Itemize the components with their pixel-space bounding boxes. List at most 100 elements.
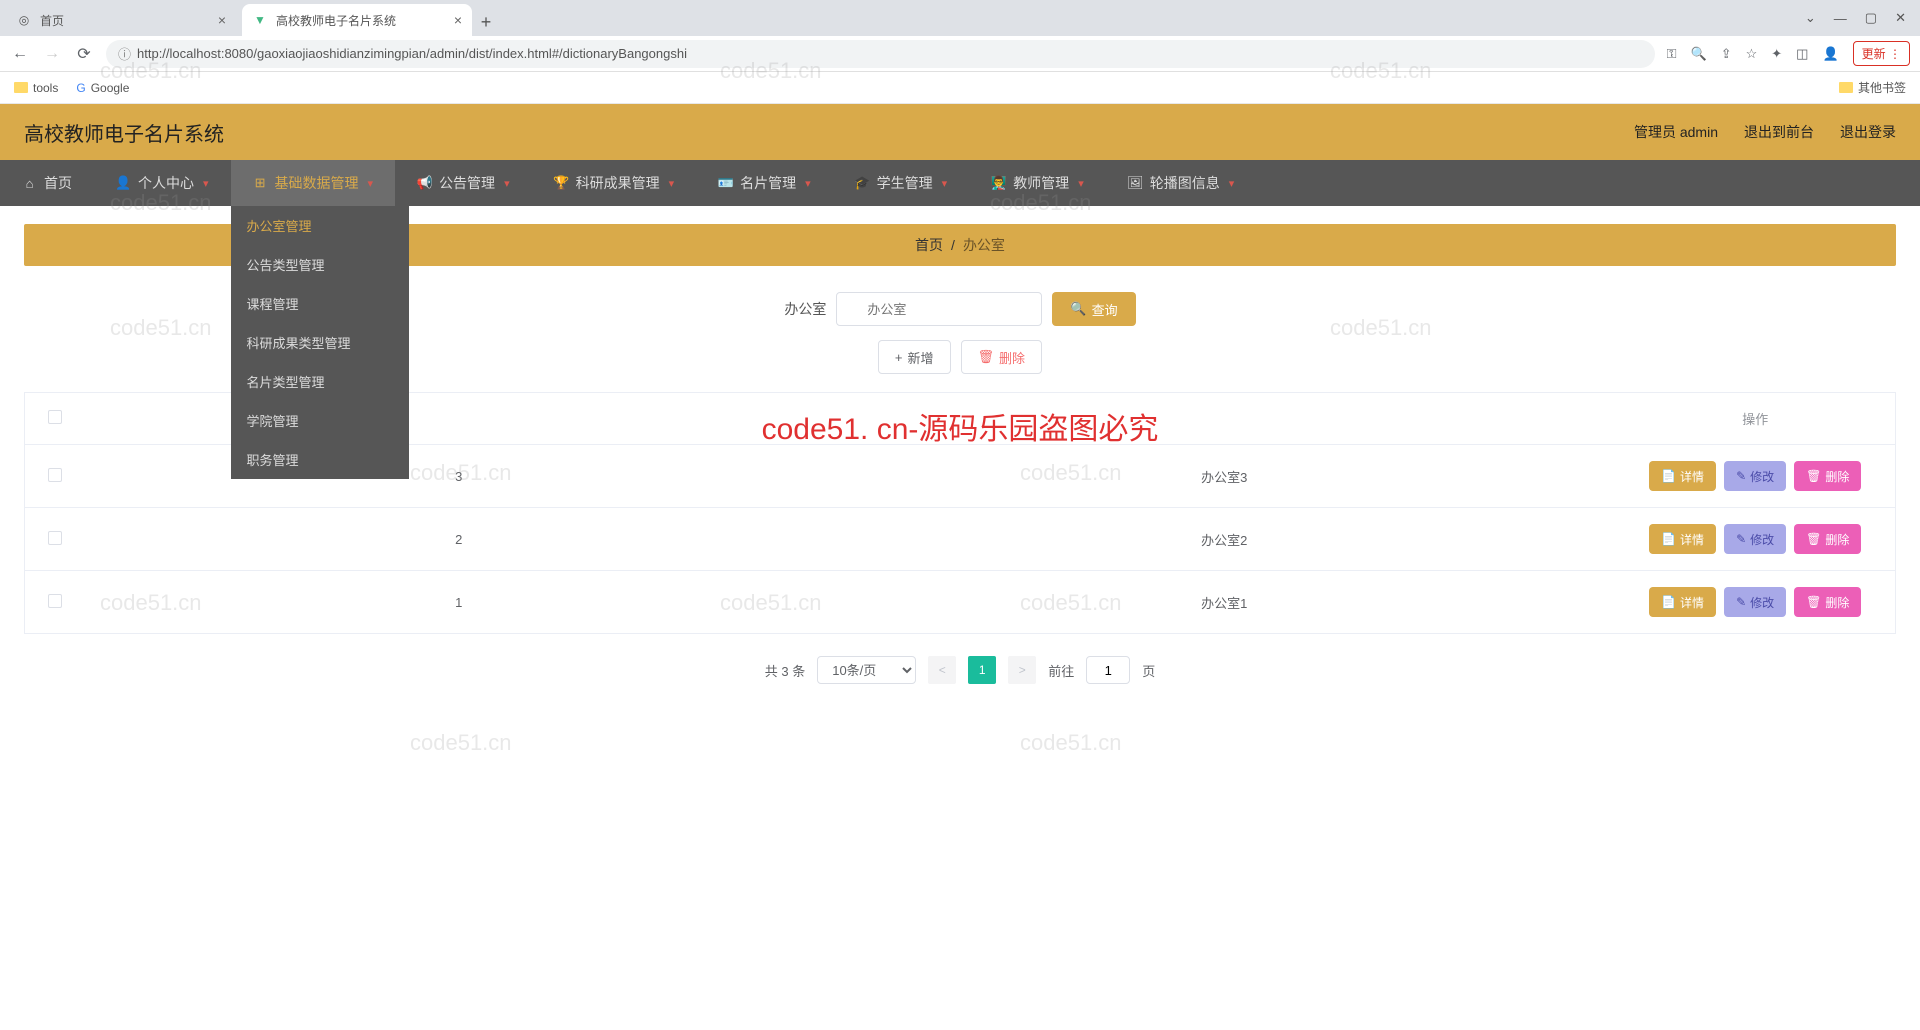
table-row: 2办公室2📄详情✎修改🗑删除 [25, 508, 1896, 571]
row-delete-button[interactable]: 🗑删除 [1794, 524, 1861, 554]
nav-label: 首页 [44, 173, 72, 193]
nav-item-5[interactable]: 🪪名片管理▾ [696, 160, 833, 206]
nav-label: 个人中心 [138, 173, 194, 193]
dropdown-item-0[interactable]: 办公室管理 [231, 206, 409, 245]
browser-tab-bar: ◎ 首页 × ▼ 高校教师电子名片系统 × + ⌄ ― ▢ ✕ [0, 0, 1920, 36]
dropdown-item-3[interactable]: 科研成果类型管理 [231, 323, 409, 362]
nav-icon: 📢 [417, 176, 432, 191]
row-delete-button[interactable]: 🗑删除 [1794, 461, 1861, 491]
row-name: 办公室3 [833, 445, 1616, 508]
new-tab-button[interactable]: + [472, 8, 500, 36]
edit-icon: ✎ [1736, 595, 1746, 609]
sidepanel-icon[interactable]: ◫ [1796, 46, 1808, 62]
goto-input[interactable] [1086, 656, 1130, 684]
nav-item-7[interactable]: 👨‍🏫教师管理▾ [969, 160, 1106, 206]
close-window-icon[interactable]: ✕ [1895, 10, 1906, 26]
extension-icon[interactable]: ✦ [1771, 46, 1782, 62]
goto-suffix: 页 [1142, 661, 1155, 680]
edit-button[interactable]: ✎修改 [1724, 524, 1786, 554]
nav-item-6[interactable]: 🎓学生管理▾ [833, 160, 970, 206]
checkbox-all[interactable] [48, 410, 62, 424]
edit-button[interactable]: ✎修改 [1724, 461, 1786, 491]
close-icon[interactable]: × [454, 12, 462, 28]
minimize-icon[interactable]: ― [1834, 11, 1847, 26]
edit-icon: ✎ [1736, 469, 1746, 483]
bookmark-google[interactable]: GGoogle [76, 81, 129, 95]
app-header: 高校教师电子名片系统 管理员 admin 退出到前台 退出登录 [0, 104, 1920, 160]
info-icon: ⓘ [118, 44, 131, 63]
search-input[interactable] [836, 292, 1042, 326]
add-button[interactable]: +新增 [878, 340, 951, 374]
dropdown-item-4[interactable]: 名片类型管理 [231, 362, 409, 401]
url-input[interactable]: ⓘ http://localhost:8080/gaoxiaojiaoshidi… [106, 40, 1655, 68]
nav-item-1[interactable]: 👤个人中心▾ [94, 160, 231, 206]
edit-button[interactable]: ✎修改 [1724, 587, 1786, 617]
user-label[interactable]: 管理员 admin [1634, 122, 1718, 142]
back-button[interactable]: ← [10, 45, 30, 63]
col-ops: 操作 [1616, 393, 1896, 445]
dropdown-item-5[interactable]: 学院管理 [231, 401, 409, 440]
row-checkbox[interactable] [48, 531, 62, 545]
update-button[interactable]: 更新 ⋮ [1853, 41, 1910, 66]
query-button[interactable]: 🔍查询 [1052, 292, 1135, 326]
logout-link[interactable]: 退出登录 [1840, 122, 1896, 142]
table-row: 1办公室1📄详情✎修改🗑删除 [25, 571, 1896, 634]
nav-item-3[interactable]: 📢公告管理▾ [395, 160, 532, 206]
key-icon[interactable]: ⚿ [1667, 46, 1677, 62]
chevron-down-icon: ▾ [1229, 177, 1235, 190]
page-size-select[interactable]: 10条/页 [817, 656, 916, 684]
page-1[interactable]: 1 [968, 656, 996, 684]
row-checkbox[interactable] [48, 594, 62, 608]
maximize-icon[interactable]: ▢ [1865, 10, 1877, 26]
row-id: 2 [85, 508, 833, 571]
dropdown-item-6[interactable]: 职务管理 [231, 440, 409, 479]
trash-icon: 🗑 [978, 349, 995, 365]
nav-label: 教师管理 [1013, 173, 1069, 193]
nav-label: 基础数据管理 [275, 173, 359, 193]
page-next[interactable]: > [1008, 656, 1036, 684]
reload-button[interactable]: ⟳ [74, 44, 94, 64]
nav-icon: ⌂ [22, 176, 37, 191]
row-checkbox[interactable] [48, 468, 62, 482]
exit-front-link[interactable]: 退出到前台 [1744, 122, 1814, 142]
detail-button[interactable]: 📄详情 [1649, 524, 1716, 554]
profile-icon[interactable]: 👤 [1822, 46, 1838, 62]
tab-title: 高校教师电子名片系统 [276, 12, 396, 29]
nav-item-0[interactable]: ⌂ 首页 [0, 160, 94, 206]
nav-item-8[interactable]: 🖼轮播图信息▾ [1106, 160, 1257, 206]
search-icon: 🔍 [1070, 301, 1086, 317]
trash-icon: 🗑 [1806, 532, 1821, 546]
nav-icon: ⊞ [253, 176, 268, 191]
detail-button[interactable]: 📄详情 [1649, 587, 1716, 617]
page-prev[interactable]: < [928, 656, 956, 684]
watermark: code51.cn [1020, 730, 1122, 756]
chevron-down-icon[interactable]: ⌄ [1805, 10, 1816, 26]
main-nav: ⌂首页👤个人中心▾⊞基础数据管理▾办公室管理公告类型管理课程管理科研成果类型管理… [0, 160, 1920, 206]
dropdown-item-1[interactable]: 公告类型管理 [231, 245, 409, 284]
nav-item-2[interactable]: ⊞基础数据管理▾办公室管理公告类型管理课程管理科研成果类型管理名片类型管理学院管… [231, 160, 396, 206]
bookmark-other[interactable]: 其他书签 [1839, 79, 1906, 96]
nav-label: 名片管理 [740, 173, 796, 193]
close-icon[interactable]: × [218, 12, 226, 28]
nav-icon: 🖼 [1128, 176, 1143, 191]
nav-item-4[interactable]: 🏆科研成果管理▾ [532, 160, 697, 206]
bookmarks-bar: tools GGoogle 其他书签 [0, 72, 1920, 104]
breadcrumb-home[interactable]: 首页 [915, 235, 943, 255]
share-icon[interactable]: ⇪ [1721, 46, 1732, 62]
nav-icon: 👨‍🏫 [991, 176, 1006, 191]
google-icon: G [76, 81, 85, 95]
forward-button[interactable]: → [42, 45, 62, 63]
detail-button[interactable]: 📄详情 [1649, 461, 1716, 491]
goto-label: 前往 [1048, 661, 1074, 680]
search-icon[interactable]: 🔍 [1691, 46, 1707, 62]
browser-tab-0[interactable]: ◎ 首页 × [6, 4, 236, 36]
row-delete-button[interactable]: 🗑删除 [1794, 587, 1861, 617]
dropdown-item-2[interactable]: 课程管理 [231, 284, 409, 323]
folder-icon [1839, 82, 1853, 93]
bookmark-tools[interactable]: tools [14, 81, 58, 95]
browser-tab-1[interactable]: ▼ 高校教师电子名片系统 × [242, 4, 472, 36]
delete-button[interactable]: 🗑删除 [961, 340, 1043, 374]
nav-icon: 👤 [116, 176, 131, 191]
star-icon[interactable]: ☆ [1746, 46, 1758, 62]
chevron-down-icon: ▾ [669, 177, 675, 190]
